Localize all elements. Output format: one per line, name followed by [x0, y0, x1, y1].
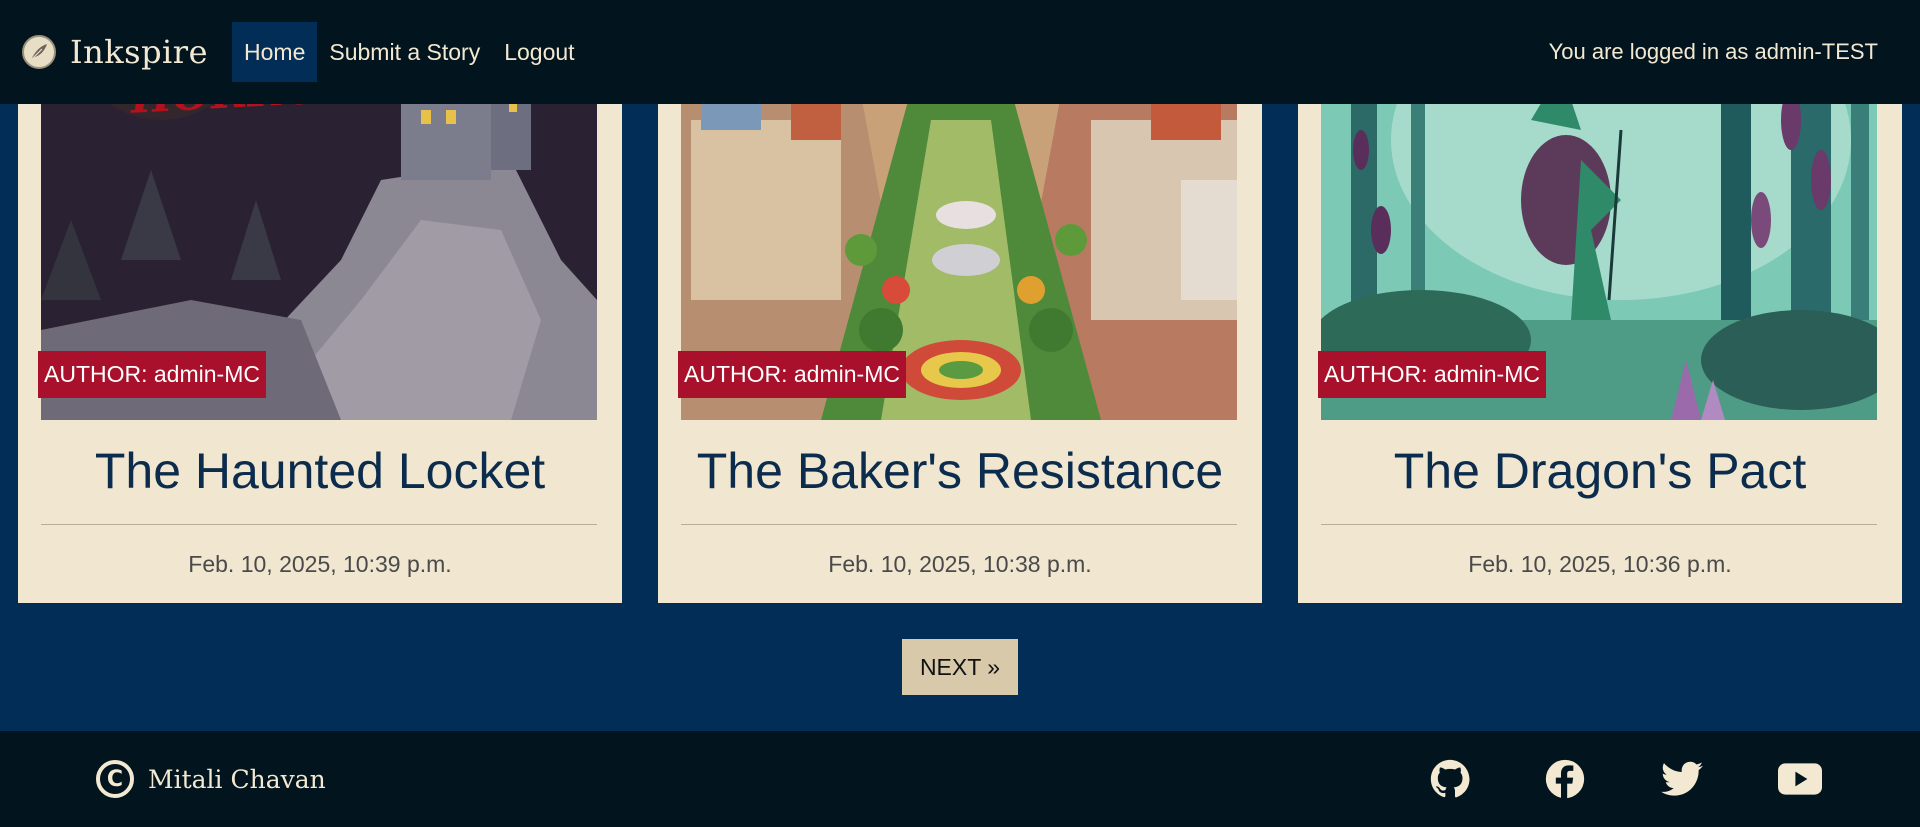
copyright-name: Mitali Chavan	[148, 764, 326, 794]
youtube-icon[interactable]	[1778, 757, 1822, 801]
story-date: Feb. 10, 2025, 10:38 p.m.	[828, 551, 1092, 577]
divider	[681, 524, 1237, 525]
author-badge: AUTHOR: admin-MC	[38, 351, 266, 398]
footer: C Mitali Chavan	[0, 731, 1920, 827]
nav-submit-story-link[interactable]: Submit a Story	[317, 22, 492, 82]
divider	[41, 524, 597, 525]
story-title[interactable]: The Baker's Resistance	[658, 442, 1262, 500]
nav-links: Home Submit a Story Logout	[232, 22, 587, 82]
navbar: Inkspire Home Submit a Story Logout You …	[0, 0, 1920, 104]
author-badge: AUTHOR: admin-MC	[678, 351, 906, 398]
divider	[1321, 524, 1877, 525]
brand-link[interactable]: Inkspire	[22, 33, 208, 71]
facebook-icon[interactable]	[1543, 757, 1587, 801]
login-status: You are logged in as admin-TEST	[1548, 39, 1878, 64]
copyright: C Mitali Chavan	[96, 731, 326, 827]
story-date: Feb. 10, 2025, 10:36 p.m.	[1468, 551, 1732, 577]
brand-name: Inkspire	[70, 33, 209, 71]
twitter-icon[interactable]	[1660, 757, 1704, 801]
quill-logo-icon	[22, 35, 56, 69]
author-badge: AUTHOR: admin-MC	[1318, 351, 1546, 398]
story-title[interactable]: The Dragon's Pact	[1298, 442, 1902, 500]
copyright-icon: C	[96, 760, 134, 798]
nav-logout-link[interactable]: Logout	[492, 22, 586, 82]
github-icon[interactable]	[1428, 757, 1472, 801]
story-date: Feb. 10, 2025, 10:39 p.m.	[188, 551, 452, 577]
story-title[interactable]: The Haunted Locket	[18, 442, 622, 500]
next-page-button[interactable]: NEXT »	[902, 639, 1018, 695]
nav-home-link[interactable]: Home	[232, 22, 318, 82]
